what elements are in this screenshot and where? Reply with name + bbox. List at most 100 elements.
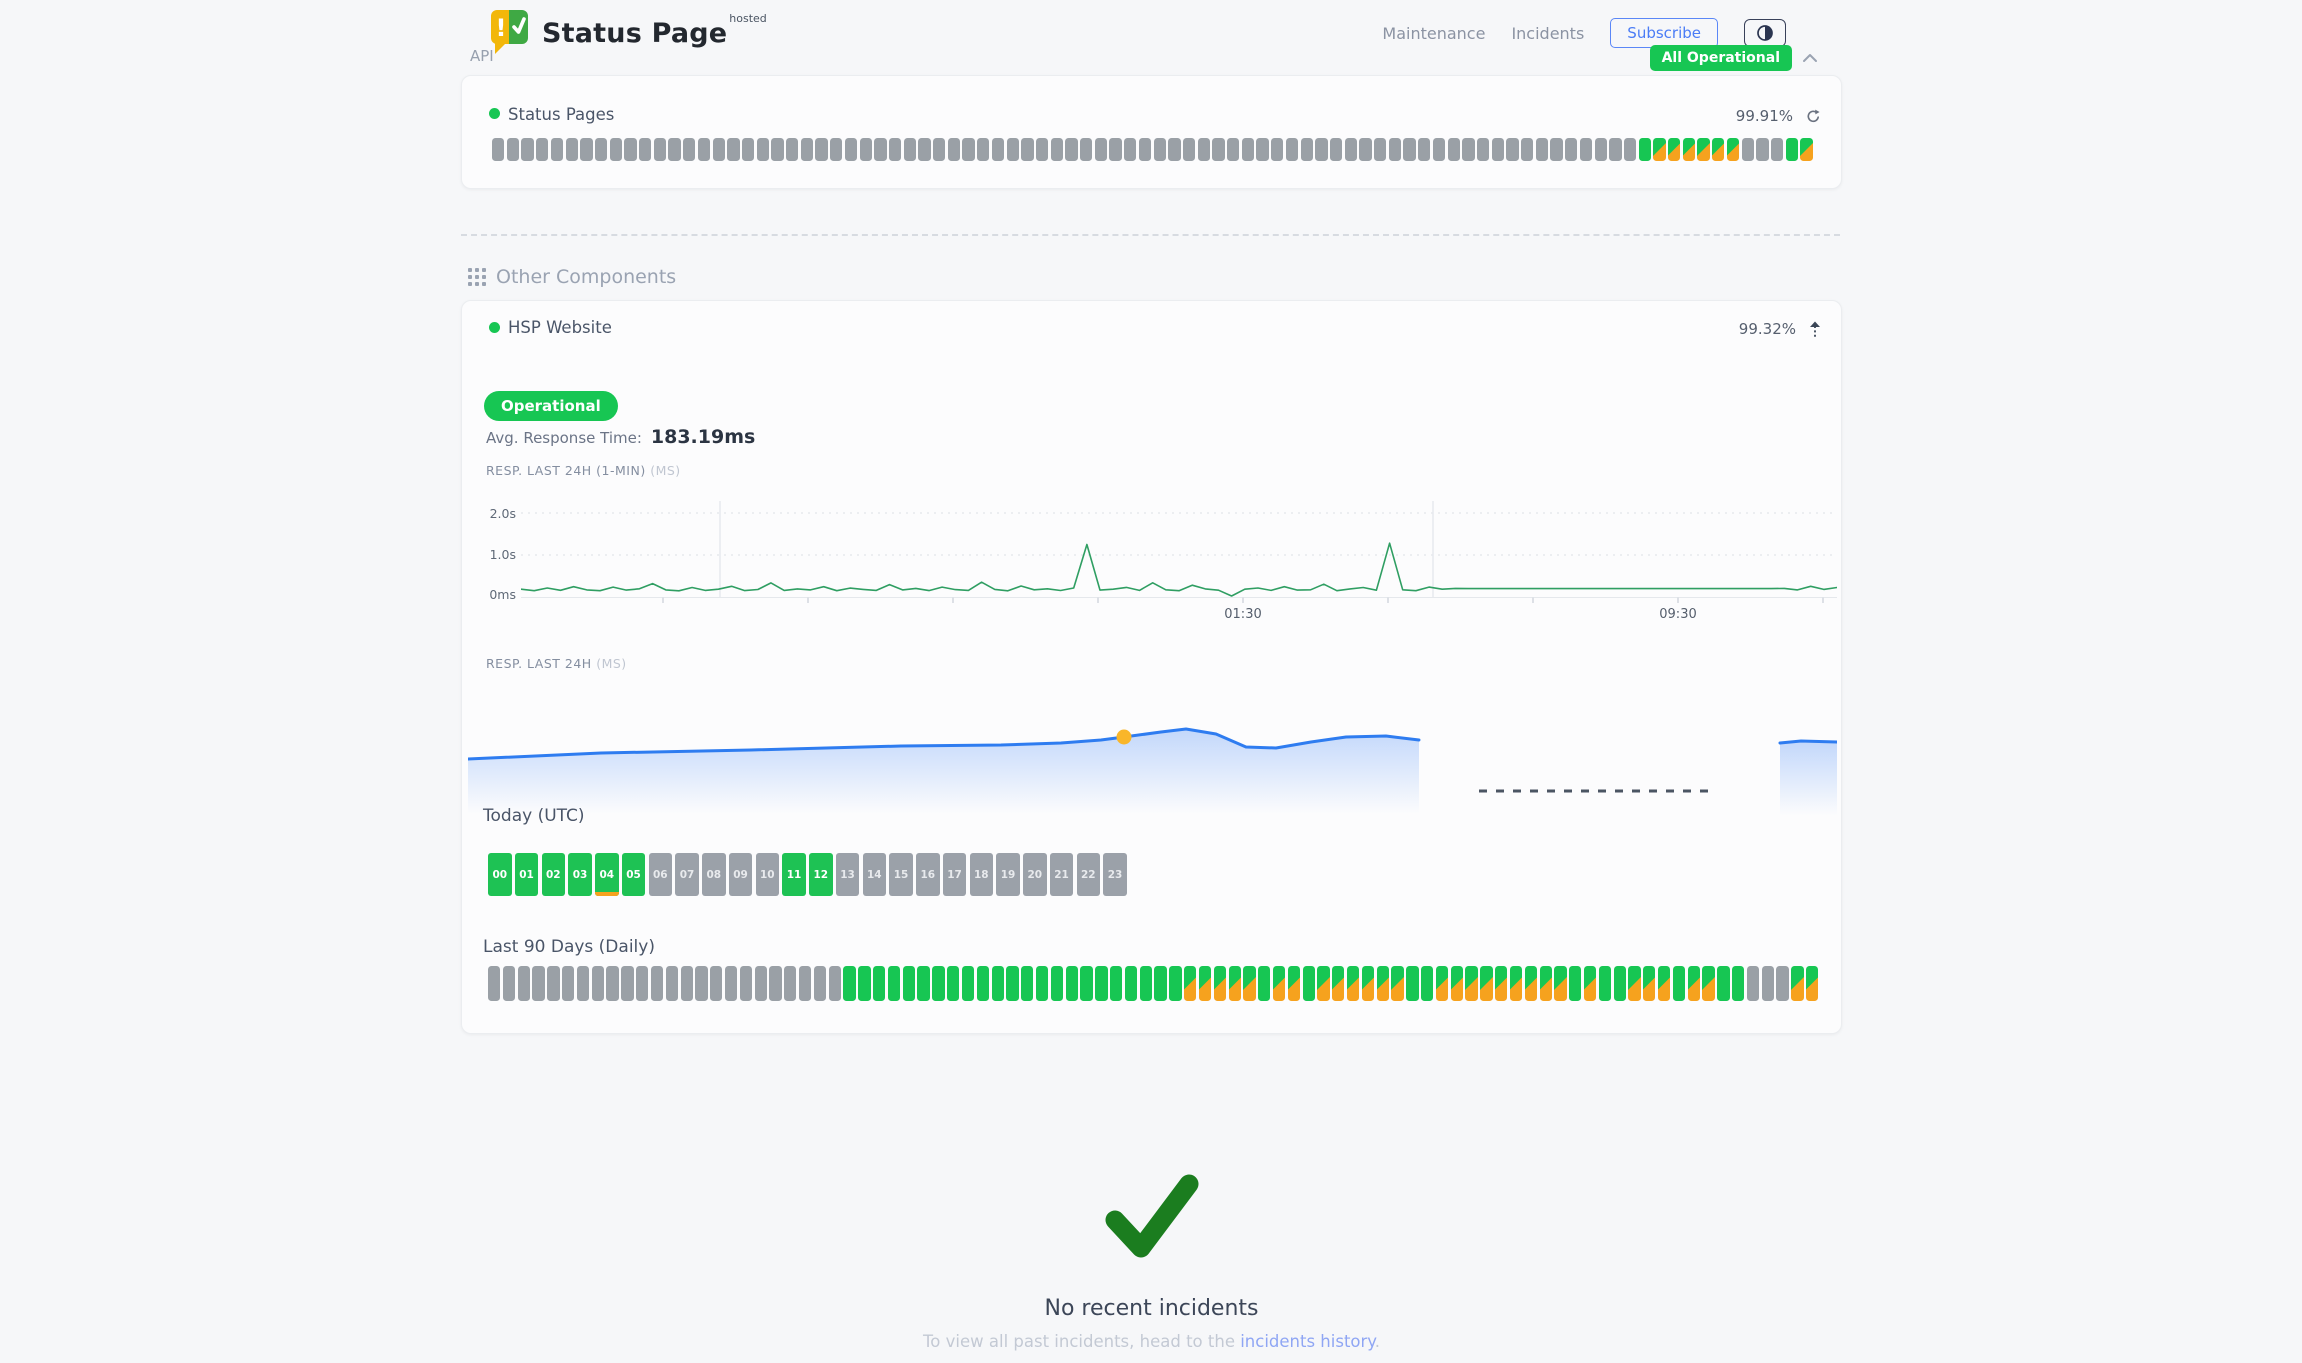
trend-up-arrow-icon[interactable] [1809, 321, 1821, 338]
api-uptime-bar[interactable] [1168, 138, 1180, 161]
nav-incidents[interactable]: Incidents [1511, 24, 1584, 43]
daily-uptime-bar[interactable] [1332, 966, 1344, 1001]
daily-uptime-bar[interactable] [1747, 966, 1759, 1001]
daily-uptime-bar[interactable] [651, 966, 663, 1001]
daily-uptime-bar[interactable] [1273, 966, 1285, 1001]
api-uptime-bar[interactable] [610, 138, 622, 161]
api-uptime-bar[interactable] [1065, 138, 1077, 161]
daily-uptime-bar[interactable] [784, 966, 796, 1001]
hour-cell-07[interactable]: 07 [675, 853, 699, 896]
hour-cell-02[interactable]: 02 [542, 853, 566, 896]
api-uptime-bar[interactable] [1477, 138, 1489, 161]
daily-uptime-bar[interactable] [755, 966, 767, 1001]
daily-uptime-bar[interactable] [814, 966, 826, 1001]
api-uptime-bar[interactable] [580, 138, 592, 161]
hour-cell-20[interactable]: 20 [1023, 853, 1047, 896]
hour-cell-19[interactable]: 19 [996, 853, 1020, 896]
api-uptime-bar[interactable] [1036, 138, 1048, 161]
hour-cell-21[interactable]: 21 [1050, 853, 1074, 896]
daily-uptime-bar[interactable] [1525, 966, 1537, 1001]
daily-uptime-bar[interactable] [1643, 966, 1655, 1001]
daily-uptime-bar[interactable] [710, 966, 722, 1001]
daily-uptime-bar[interactable] [962, 966, 974, 1001]
daily-uptime-bar[interactable] [947, 966, 959, 1001]
api-uptime-bar[interactable] [786, 138, 798, 161]
api-uptime-bar[interactable] [1256, 138, 1268, 161]
hour-cell-13[interactable]: 13 [836, 853, 860, 896]
daily-uptime-bar[interactable] [1036, 966, 1048, 1001]
api-uptime-bar[interactable] [1109, 138, 1121, 161]
daily-uptime-bar[interactable] [903, 966, 915, 1001]
daily-uptime-bar[interactable] [843, 966, 855, 1001]
api-uptime-bar[interactable] [1712, 138, 1724, 161]
api-uptime-bar[interactable] [874, 138, 886, 161]
daily-uptime-bar[interactable] [1480, 966, 1492, 1001]
api-uptime-bar[interactable] [860, 138, 872, 161]
api-uptime-bar[interactable] [1271, 138, 1283, 161]
daily-uptime-bar[interactable] [1702, 966, 1714, 1001]
api-uptime-bar[interactable] [992, 138, 1004, 161]
daily-uptime-bar[interactable] [666, 966, 678, 1001]
daily-uptime-bar[interactable] [888, 966, 900, 1001]
daily-uptime-bar[interactable] [547, 966, 559, 1001]
incidents-history-link[interactable]: incidents history [1240, 1332, 1375, 1351]
api-uptime-bar[interactable] [962, 138, 974, 161]
api-uptime-bar[interactable] [1389, 138, 1401, 161]
api-uptime-bar[interactable] [845, 138, 857, 161]
api-uptime-bar[interactable] [815, 138, 827, 161]
hour-cell-14[interactable]: 14 [863, 853, 887, 896]
api-uptime-bar[interactable] [889, 138, 901, 161]
api-uptime-bar[interactable] [757, 138, 769, 161]
response-chart-1min[interactable]: 2.0s 1.0s 0ms 01:30 09:30 [462, 501, 1841, 631]
api-uptime-bar[interactable] [1800, 138, 1812, 161]
daily-uptime-bar[interactable] [858, 966, 870, 1001]
api-uptime-bar[interactable] [1536, 138, 1548, 161]
daily-uptime-bar[interactable] [1791, 966, 1803, 1001]
response-chart-24h[interactable] [468, 701, 1837, 836]
hour-cell-16[interactable]: 16 [916, 853, 940, 896]
daily-uptime-bar[interactable] [1110, 966, 1122, 1001]
api-uptime-bar[interactable] [727, 138, 739, 161]
api-uptime-bar[interactable] [1609, 138, 1621, 161]
daily-uptime-bar[interactable] [1510, 966, 1522, 1001]
api-uptime-bar[interactable] [1139, 138, 1151, 161]
api-uptime-bar[interactable] [595, 138, 607, 161]
daily-uptime-bar[interactable] [1184, 966, 1196, 1001]
api-uptime-bar[interactable] [904, 138, 916, 161]
api-uptime-bar[interactable] [948, 138, 960, 161]
daily-uptime-bar[interactable] [992, 966, 1004, 1001]
theme-toggle-button[interactable] [1744, 19, 1786, 47]
hour-cell-05[interactable]: 05 [622, 853, 646, 896]
api-uptime-bar[interactable] [1771, 138, 1783, 161]
api-uptime-bar[interactable] [1301, 138, 1313, 161]
api-uptime-bar[interactable] [683, 138, 695, 161]
api-uptime-bar[interactable] [1683, 138, 1695, 161]
api-uptime-bar[interactable] [1095, 138, 1107, 161]
refresh-icon[interactable] [1806, 109, 1821, 123]
api-uptime-bar[interactable] [1021, 138, 1033, 161]
daily-uptime-bar[interactable] [1377, 966, 1389, 1001]
hour-cell-12[interactable]: 12 [809, 853, 833, 896]
daily-uptime-bar[interactable] [1317, 966, 1329, 1001]
api-uptime-bar[interactable] [1727, 138, 1739, 161]
daily-uptime-bar[interactable] [1614, 966, 1626, 1001]
hour-cell-17[interactable]: 17 [943, 853, 967, 896]
daily-uptime-bar[interactable] [1140, 966, 1152, 1001]
daily-uptime-bar[interactable] [932, 966, 944, 1001]
api-uptime-bar[interactable] [566, 138, 578, 161]
daily-uptime-bar[interactable] [1673, 966, 1685, 1001]
api-uptime-bar[interactable] [624, 138, 636, 161]
daily-uptime-bar[interactable] [873, 966, 885, 1001]
daily-uptime-bar[interactable] [1554, 966, 1566, 1001]
api-uptime-bar[interactable] [1697, 138, 1709, 161]
api-uptime-bar[interactable] [742, 138, 754, 161]
api-uptime-bar[interactable] [1521, 138, 1533, 161]
api-uptime-bar[interactable] [1227, 138, 1239, 161]
nav-maintenance[interactable]: Maintenance [1382, 24, 1485, 43]
daily-uptime-bar[interactable] [725, 966, 737, 1001]
api-uptime-bar[interactable] [1330, 138, 1342, 161]
hour-cell-23[interactable]: 23 [1103, 853, 1127, 896]
api-uptime-bar[interactable] [1051, 138, 1063, 161]
daily-uptime-bar[interactable] [1436, 966, 1448, 1001]
api-uptime-bar[interactable] [1580, 138, 1592, 161]
